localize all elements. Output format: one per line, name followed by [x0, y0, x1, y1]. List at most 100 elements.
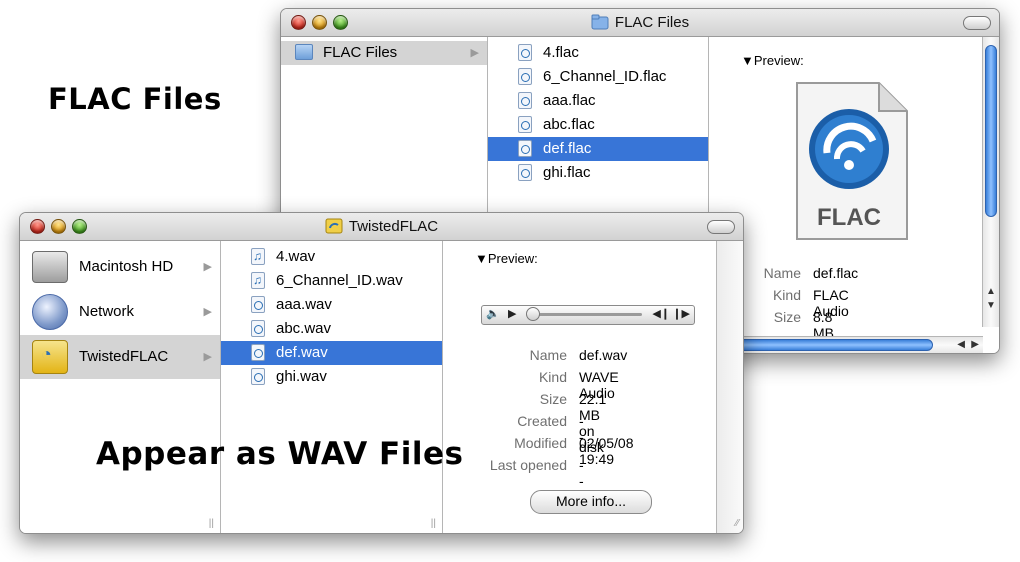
preview-label: Preview: — [487, 251, 538, 266]
list-item-selected[interactable]: def.flac — [488, 137, 708, 161]
twisted-window-titlebar[interactable]: TwistedFLAC — [20, 213, 743, 241]
file-name: 6_Channel_ID.wav — [276, 272, 403, 289]
scroll-up-arrow-icon[interactable]: ▲ — [986, 286, 996, 297]
flac-file-icon — [518, 116, 532, 133]
folder-icon — [591, 14, 609, 30]
list-item[interactable]: ghi.flac — [488, 161, 708, 185]
window-title-text: TwistedFLAC — [348, 218, 439, 235]
list-item[interactable]: aaa.wav — [221, 293, 442, 317]
sidebar-item-flac-files[interactable]: FLAC Files ▶ — [281, 41, 487, 65]
file-name: abc.flac — [543, 116, 595, 133]
play-icon[interactable]: ▶ — [508, 307, 516, 320]
more-info-button[interactable]: More info... — [530, 490, 652, 514]
kind-label: Kind — [538, 369, 567, 385]
list-item[interactable]: 4.flac — [488, 41, 708, 65]
wav-file-list: 4.wav 6_Channel_ID.wav aaa.wav abc.wav d… — [221, 241, 443, 533]
doc-icon-text: FLAC — [817, 204, 881, 231]
file-name: abc.wav — [276, 320, 332, 337]
twistedflac-volume-icon — [325, 218, 343, 234]
name-value: def.wav — [579, 347, 628, 363]
sidebar-item-label: FLAC Files — [323, 44, 398, 61]
file-name: ghi.wav — [276, 368, 327, 385]
list-item-selected[interactable]: def.wav — [221, 341, 442, 365]
flac-file-icon — [518, 140, 532, 157]
horizontal-scrollbar[interactable]: ◀ ▶ — [709, 336, 983, 353]
sidebar-item-macintosh-hd[interactable]: Macintosh HD ▶ — [20, 245, 220, 289]
flac-file-icon — [251, 344, 265, 361]
column-resize-handle[interactable]: || — [209, 518, 214, 529]
volume-icon[interactable]: 🔈 — [486, 307, 500, 320]
flac-file-icon — [518, 68, 532, 85]
sidebar: Macintosh HD ▶ Network ▶ TwistedFLAC ▶ |… — [20, 241, 221, 533]
scroll-left-arrow-icon[interactable]: ◀ — [957, 339, 965, 350]
list-item[interactable]: 6_Channel_ID.flac — [488, 65, 708, 89]
created-label: Created — [517, 413, 567, 429]
file-name: 4.flac — [543, 44, 579, 61]
preview-disclosure[interactable]: ▼Preview: — [741, 53, 804, 68]
list-item[interactable]: 6_Channel_ID.wav — [221, 269, 442, 293]
chevron-right-icon: ▶ — [470, 47, 479, 59]
size-label: Size — [539, 391, 567, 407]
preview-label: Preview: — [753, 53, 804, 68]
folder-icon — [295, 44, 313, 60]
file-name: def.flac — [543, 140, 592, 157]
window-title-text: FLAC Files — [614, 14, 690, 31]
list-item[interactable]: abc.flac — [488, 113, 708, 137]
vertical-scrollbar[interactable]: ▲ ▼ — [982, 37, 999, 327]
chevron-right-icon: ▶ — [203, 351, 212, 363]
file-name: 4.wav — [276, 248, 316, 265]
scroll-right-arrow-icon[interactable]: ▶ — [971, 339, 979, 350]
name-label: Name — [529, 347, 567, 363]
scroll-down-arrow-icon[interactable]: ▼ — [986, 300, 996, 311]
audio-player[interactable]: 🔈 ▶ ◀❙ ❙▶ — [481, 305, 695, 325]
caption-flac-files: FLAC Files — [48, 82, 222, 116]
step-back-icon[interactable]: ◀❙ — [652, 307, 670, 320]
step-forward-icon[interactable]: ❙▶ — [672, 307, 690, 320]
sidebar-item-twistedflac[interactable]: TwistedFLAC ▶ — [20, 335, 220, 379]
list-item[interactable]: abc.wav — [221, 317, 442, 341]
hard-disk-icon — [32, 251, 68, 283]
audio-file-icon — [251, 248, 265, 265]
wav-preview-pane: ▼Preview: 🔈 ▶ ◀❙ ❙▶ Name def.wav Kind WA… — [443, 241, 717, 533]
toolbar-toggle-button[interactable] — [963, 16, 991, 30]
column-resize-handle[interactable]: || — [431, 518, 436, 529]
playback-slider-knob[interactable] — [526, 307, 540, 321]
caption-appear-as-wav: Appear as WAV Files — [96, 436, 464, 472]
toolbar-toggle-button[interactable] — [707, 220, 735, 234]
sidebar-item-network[interactable]: Network ▶ — [20, 290, 220, 334]
file-name: aaa.flac — [543, 92, 596, 109]
chevron-right-icon: ▶ — [203, 306, 212, 318]
modified-value: 02/05/08 19:49 — [579, 435, 634, 467]
sidebar-item-label: Macintosh HD — [79, 258, 174, 275]
sidebar-item-label: Network — [79, 303, 135, 320]
file-name: ghi.flac — [543, 164, 591, 181]
file-name: 6_Channel_ID.flac — [543, 68, 667, 85]
window-resize-grip[interactable]: ⁄⁄ — [736, 518, 739, 529]
window-title: FLAC Files — [281, 14, 999, 31]
vertical-scroll-thumb[interactable] — [985, 45, 997, 217]
window-title: TwistedFLAC — [20, 218, 743, 235]
preview-disclosure[interactable]: ▼Preview: — [475, 251, 538, 266]
playback-track[interactable] — [534, 313, 642, 316]
twistedflac-window: TwistedFLAC Macintosh HD ▶ Network ▶ Twi… — [19, 212, 744, 534]
list-item[interactable]: ghi.wav — [221, 365, 442, 389]
flac-file-icon — [251, 368, 265, 385]
empty-column: ⁄⁄ — [717, 241, 743, 533]
list-item[interactable]: 4.wav — [221, 245, 442, 269]
audio-file-icon — [251, 272, 265, 289]
file-name: def.wav — [276, 344, 328, 361]
chevron-right-icon: ▶ — [203, 261, 212, 273]
twistedflac-volume-icon — [32, 340, 68, 374]
flac-document-icon: FLAC — [796, 82, 908, 240]
list-item[interactable]: aaa.flac — [488, 89, 708, 113]
flac-file-icon — [251, 296, 265, 313]
sidebar-item-label: TwistedFLAC — [79, 348, 169, 365]
network-globe-icon — [32, 294, 68, 330]
flac-file-icon — [518, 92, 532, 109]
horizontal-scroll-thumb[interactable] — [731, 339, 933, 351]
flac-file-icon — [518, 44, 532, 61]
flac-window-titlebar[interactable]: FLAC Files — [281, 9, 999, 37]
flac-file-icon — [251, 320, 265, 337]
flac-file-icon — [518, 164, 532, 181]
last-opened-value: -- — [579, 457, 584, 489]
